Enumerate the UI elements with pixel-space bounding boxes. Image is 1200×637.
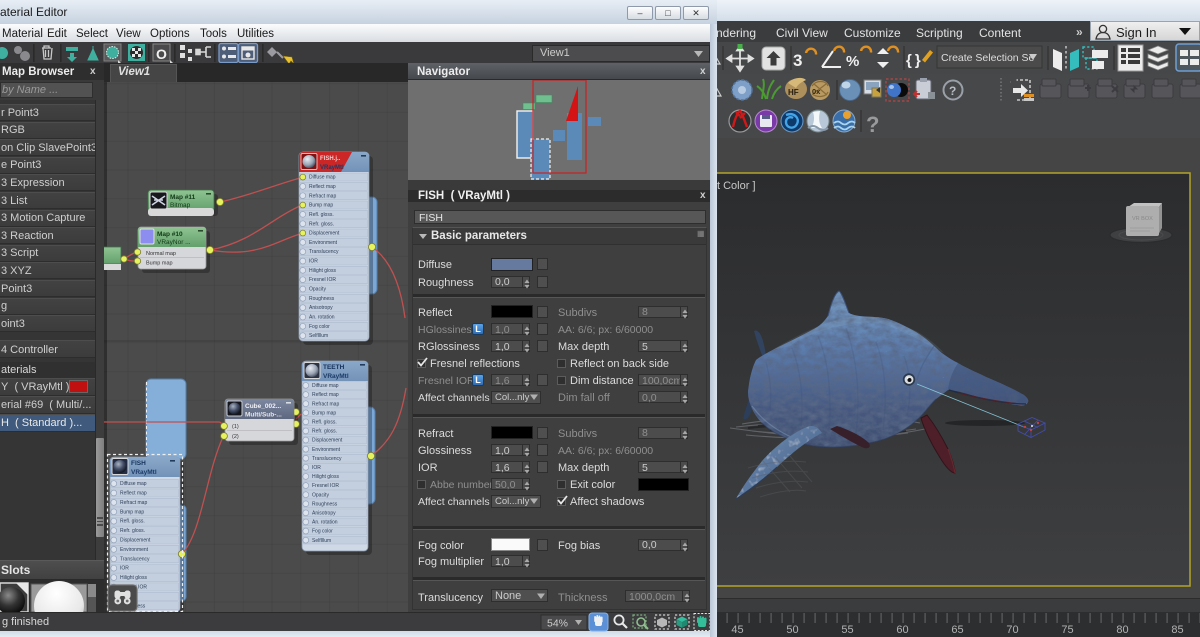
svg-text:Refract map: Refract map: [312, 401, 339, 407]
svg-text:65: 65: [951, 624, 963, 636]
svg-text:%: %: [846, 53, 859, 70]
svg-text:60: 60: [896, 624, 908, 636]
svg-text:Opacity: Opacity: [309, 287, 326, 293]
svg-text:Translucency: Translucency: [312, 456, 342, 462]
svg-text:Refract map: Refract map: [120, 500, 147, 506]
svg-text:Fog color: Fog color: [312, 529, 333, 535]
svg-text:Map #11: Map #11: [170, 194, 196, 201]
svg-text:Hilight gloss: Hilight gloss: [312, 474, 339, 480]
svg-text:Refr. gloss.: Refr. gloss.: [312, 429, 337, 435]
svg-text:(1): (1): [232, 424, 239, 430]
svg-text:Reflect map: Reflect map: [309, 184, 336, 190]
svg-text:Opacity: Opacity: [312, 492, 329, 498]
svg-text:85: 85: [1171, 624, 1183, 636]
svg-text:Fresnel IOR: Fresnel IOR: [312, 483, 339, 489]
svg-text:Fresnel IOR: Fresnel IOR: [309, 277, 336, 283]
svg-text:Reflect map: Reflect map: [120, 491, 147, 497]
svg-text:Bump map: Bump map: [312, 410, 336, 416]
svg-text:75: 75: [1061, 624, 1073, 636]
svg-text:SelfIllum: SelfIllum: [312, 538, 331, 544]
svg-text:An. rotation: An. rotation: [312, 520, 338, 526]
svg-text:O: O: [156, 46, 167, 62]
svg-text:SelfIllum: SelfIllum: [309, 333, 328, 339]
svg-text:Environment: Environment: [312, 447, 341, 453]
svg-text:Create Selection Se: Create Selection Se: [941, 52, 1035, 64]
svg-text:Multi/Sub-...: Multi/Sub-...: [245, 412, 282, 419]
svg-text:Hilight gloss: Hilight gloss: [309, 268, 336, 274]
svg-text:{ }: { }: [906, 52, 921, 69]
svg-text:Bump map: Bump map: [309, 203, 333, 209]
svg-text:Refl. gloss.: Refl. gloss.: [312, 420, 337, 426]
svg-text:Hilight gloss: Hilight gloss: [120, 575, 147, 581]
svg-text:3: 3: [793, 51, 802, 70]
svg-text:Roughness: Roughness: [312, 501, 338, 507]
svg-text:Refract map: Refract map: [309, 193, 336, 199]
svg-text:80: 80: [1116, 624, 1128, 636]
svg-text:Diffuse map: Diffuse map: [120, 481, 147, 487]
svg-text:VRayNor ...: VRayNor ...: [157, 239, 191, 246]
svg-text:Reflect map: Reflect map: [312, 392, 339, 398]
svg-text:Refl. gloss.: Refl. gloss.: [120, 519, 145, 525]
svg-text:(2): (2): [232, 434, 239, 440]
svg-text:Anisotropy: Anisotropy: [312, 511, 336, 517]
svg-text:An. rotation: An. rotation: [309, 315, 335, 321]
svg-text:Fog color: Fog color: [309, 324, 330, 330]
svg-text:Displacement: Displacement: [309, 231, 340, 237]
svg-text:IOR: IOR: [312, 465, 321, 471]
svg-text:Displacement: Displacement: [120, 538, 151, 544]
svg-text:Bump map: Bump map: [120, 509, 144, 515]
svg-text:FISH.j..: FISH.j..: [320, 156, 341, 162]
svg-text:VR BOX: VR BOX: [1132, 216, 1153, 222]
svg-text:Translucency: Translucency: [309, 249, 339, 255]
svg-text:VRayMtl: VRayMtl: [323, 373, 349, 380]
svg-text:70: 70: [1006, 624, 1018, 636]
svg-text:FISH: FISH: [131, 460, 146, 467]
svg-text:Diffuse map: Diffuse map: [309, 175, 336, 181]
svg-text:?: ?: [949, 84, 956, 98]
svg-text:IOR: IOR: [309, 259, 318, 265]
svg-text:VRayMtl: VRayMtl: [131, 469, 157, 476]
svg-text:Cube_002...: Cube_002...: [245, 403, 281, 410]
svg-text:55: 55: [841, 624, 853, 636]
svg-text:VRayMtl: VRayMtl: [320, 165, 344, 171]
svg-text:50: 50: [786, 624, 798, 636]
svg-text:Bitmap: Bitmap: [170, 202, 191, 209]
svg-text:Environment: Environment: [309, 240, 338, 246]
svg-text:Normal map: Normal map: [146, 251, 176, 257]
svg-text:Anisotropy: Anisotropy: [309, 305, 333, 311]
svg-text:IOR: IOR: [120, 566, 129, 572]
svg-text:HF: HF: [788, 88, 799, 97]
svg-text:Displacement: Displacement: [312, 438, 343, 444]
svg-text:Translucency: Translucency: [120, 556, 150, 562]
svg-text:Bump map: Bump map: [146, 261, 173, 267]
svg-text:45: 45: [731, 624, 743, 636]
svg-text:Map #10: Map #10: [157, 231, 183, 238]
svg-text:t Color ]: t Color ]: [717, 180, 756, 192]
svg-text:Environment: Environment: [120, 547, 149, 553]
svg-text:Diffuse map: Diffuse map: [312, 383, 339, 389]
svg-text:?: ?: [866, 112, 879, 137]
svg-text:Refr. gloss.: Refr. gloss.: [120, 528, 145, 534]
svg-text:Refr. gloss.: Refr. gloss.: [309, 221, 334, 227]
svg-text:0x: 0x: [812, 87, 821, 96]
svg-text:54%: 54%: [547, 618, 568, 630]
svg-text:Roughness: Roughness: [309, 296, 335, 302]
svg-text:Refl. gloss.: Refl. gloss.: [309, 212, 334, 218]
svg-text:TEETH: TEETH: [323, 364, 345, 371]
